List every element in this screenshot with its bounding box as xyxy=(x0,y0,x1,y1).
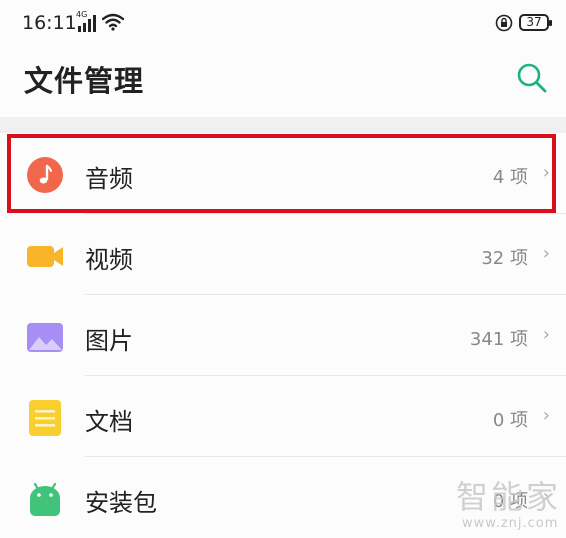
item-count: 32 项 xyxy=(481,248,528,269)
status-time: 16:11 xyxy=(22,12,77,34)
battery-level: 37 xyxy=(526,15,542,29)
watermark-url: www.znj.com xyxy=(462,516,559,531)
search-icon[interactable] xyxy=(516,62,548,94)
page-title: 文件管理 xyxy=(24,64,145,98)
status-bar: 16:11 4G 37 xyxy=(0,0,566,52)
list-item-images[interactable]: 图片 341 项 › xyxy=(0,295,566,376)
battery-icon: 37 xyxy=(519,14,552,31)
signal-icon xyxy=(78,15,96,32)
watermark-name: 智能家 xyxy=(456,478,562,516)
watermark: 智能家 www.znj.com xyxy=(456,472,561,531)
chevron-right-icon: › xyxy=(542,243,550,264)
item-count: 341 项 xyxy=(469,329,528,350)
item-count: 0 项 xyxy=(492,410,528,431)
rotation-lock-icon xyxy=(495,14,513,32)
list-item-documents[interactable]: 文档 0 项 › xyxy=(0,376,566,457)
item-label: 视频 xyxy=(85,246,133,274)
item-label: 图片 xyxy=(85,327,133,355)
header-separator xyxy=(0,117,566,133)
image-icon xyxy=(27,323,63,352)
wifi-icon xyxy=(102,13,124,31)
list-item-video[interactable]: 视频 32 项 › xyxy=(0,214,566,295)
item-label: 安装包 xyxy=(85,489,157,517)
highlight-box xyxy=(7,134,556,213)
chevron-right-icon: › xyxy=(542,324,550,345)
item-label: 文档 xyxy=(85,408,133,436)
document-icon xyxy=(29,400,61,436)
package-icon xyxy=(30,482,60,516)
video-icon xyxy=(27,246,63,267)
chevron-right-icon: › xyxy=(542,405,550,426)
